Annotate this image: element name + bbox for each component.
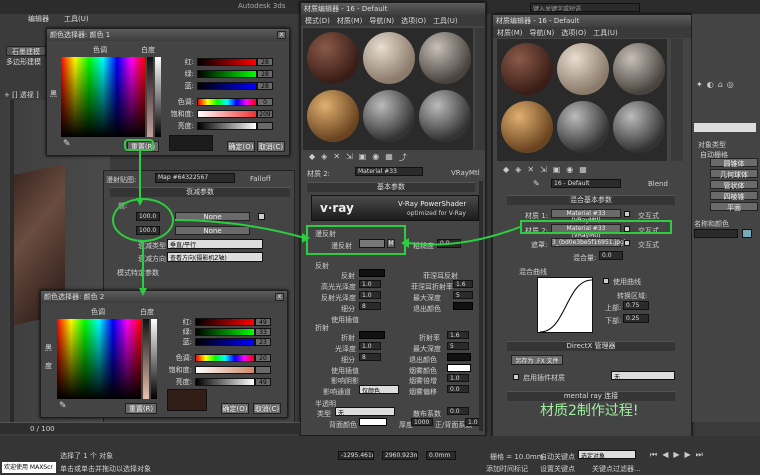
arrow-material2-to-diffuse — [407, 226, 521, 246]
arrow-falloff-to-diffuse — [174, 219, 306, 239]
annotation-arrows — [136, 150, 521, 296]
arrowhead-2 — [139, 288, 147, 296]
arrowhead-3 — [401, 238, 409, 248]
arrowhead-4 — [302, 233, 310, 243]
arrowhead-1 — [136, 198, 144, 206]
annotation-arrow-heads — [136, 198, 409, 296]
annotation-arrow-strokes — [139, 150, 521, 290]
annotation-caption: 材质2制作过程! — [540, 403, 639, 419]
